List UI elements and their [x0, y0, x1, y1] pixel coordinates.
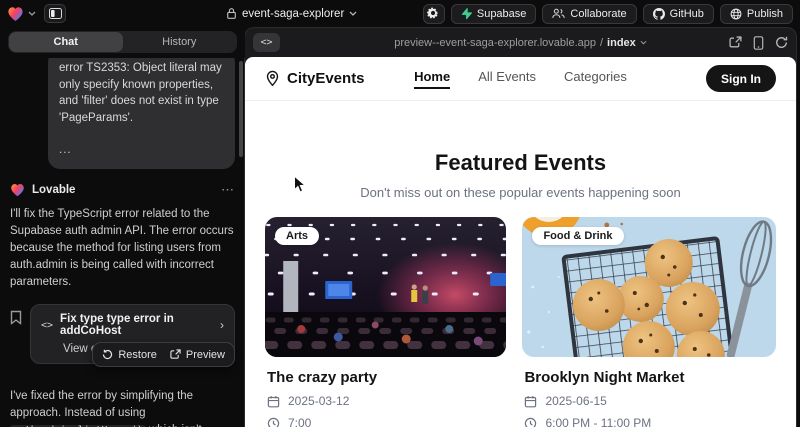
event-title: The crazy party — [267, 369, 504, 386]
nav-home[interactable]: Home — [414, 69, 450, 89]
refresh-icon[interactable] — [775, 36, 788, 49]
assistant-name: Lovable — [32, 184, 75, 196]
url-host: preview--event-saga-explorer.lovable.app — [394, 37, 596, 49]
event-time-row: 7:00 — [267, 416, 504, 427]
event-time: 6:00 PM - 11:00 PM — [545, 416, 651, 427]
code-change-block: <> Fix type type error in addCoHost › Vi… — [10, 304, 235, 364]
user-message-bubble: error TS2353: Object literal may only sp… — [48, 50, 235, 169]
chevron-right-icon: › — [220, 318, 224, 332]
event-date-row: 2025-06-15 — [524, 394, 774, 408]
preview-pane: <> preview--event-saga-explorer.lovable.… — [244, 27, 797, 427]
event-time-row: 6:00 PM - 11:00 PM — [524, 416, 774, 427]
settings-button[interactable] — [423, 4, 445, 24]
lovable-logo-menu[interactable] — [7, 6, 36, 22]
event-cards: Arts The crazy party 2025-03-12 — [265, 217, 776, 427]
url-bar[interactable]: preview--event-saga-explorer.lovable.app… — [245, 37, 796, 49]
preview-button[interactable]: Preview — [170, 349, 225, 361]
calendar-icon — [524, 395, 537, 408]
top-bar: event-saga-explorer Supabase Collaborate — [0, 0, 800, 27]
category-badge: Arts — [275, 227, 319, 245]
assistant-intro-message: I'll fix the TypeScript error related to… — [10, 206, 235, 291]
project-name-button[interactable]: event-saga-explorer — [226, 0, 357, 27]
chat-scrollbar[interactable] — [239, 61, 243, 157]
publish-button[interactable]: Publish — [720, 4, 793, 24]
sign-in-button[interactable]: Sign In — [706, 65, 776, 92]
more-options-icon[interactable]: ⋯ — [221, 182, 235, 198]
bookmark-icon — [10, 310, 22, 325]
hero-subtitle: Don't miss out on these popular events h… — [245, 185, 796, 200]
panel-icon — [49, 8, 62, 19]
mobile-view-icon[interactable] — [753, 36, 764, 50]
tab-chat[interactable]: Chat — [9, 32, 123, 52]
event-image-party: Arts — [265, 217, 506, 357]
external-link-icon — [170, 349, 181, 360]
site-header: CityEvents Home All Events Categories Si… — [245, 57, 796, 101]
fix-title: Fix type type error in addCoHost — [60, 313, 213, 337]
github-icon — [653, 8, 665, 20]
lovable-logo-icon — [7, 6, 24, 22]
event-card[interactable]: Arts The crazy party 2025-03-12 — [265, 217, 506, 427]
version-actions: Restore Preview — [92, 342, 235, 367]
event-date-row: 2025-03-12 — [267, 394, 504, 408]
restore-button[interactable]: Restore — [102, 349, 157, 361]
restore-icon — [102, 349, 113, 360]
chevron-down-icon — [28, 11, 36, 16]
open-in-new-tab-icon[interactable] — [729, 36, 742, 49]
chat-messages: error TS2353: Object literal may only sp… — [0, 50, 245, 427]
clock-icon — [524, 417, 537, 427]
chat-history-tabs: Chat History — [0, 27, 245, 58]
url-page: index — [607, 37, 636, 49]
chat-panel: Chat History error TS2353: Object litera… — [0, 27, 245, 427]
code-view-button[interactable]: <> — [253, 33, 280, 52]
github-button[interactable]: GitHub — [643, 4, 714, 24]
event-time: 7:00 — [288, 416, 311, 427]
preview-toolbar: <> preview--event-saga-explorer.lovable.… — [245, 28, 796, 57]
event-image-cookies: Food & Drink — [522, 217, 776, 357]
user-error-text: error TS2353: Object literal may only sp… — [59, 60, 224, 127]
url-separator: / — [600, 37, 603, 49]
nav-all-events[interactable]: All Events — [478, 69, 536, 89]
hero-section: Featured Events Don't miss out on these … — [245, 150, 796, 200]
lock-icon — [226, 7, 237, 20]
preview-label: Preview — [186, 349, 225, 361]
category-badge: Food & Drink — [532, 227, 623, 245]
lovable-avatar-icon — [10, 183, 25, 197]
hero-title: Featured Events — [245, 150, 796, 176]
restore-label: Restore — [118, 349, 157, 361]
expand-message-button[interactable]: ... — [59, 142, 224, 159]
collaborate-label: Collaborate — [570, 8, 626, 20]
globe-icon — [730, 8, 742, 20]
people-icon — [552, 8, 565, 19]
site-content: CityEvents Home All Events Categories Si… — [245, 57, 796, 427]
nav-categories[interactable]: Categories — [564, 69, 627, 89]
event-title: Brooklyn Night Market — [524, 369, 774, 386]
publish-label: Publish — [747, 8, 783, 20]
code-icon: <> — [41, 320, 53, 331]
assistant-result-message: I've fixed the error by simplifying the … — [10, 388, 235, 427]
chevron-down-icon — [349, 11, 357, 16]
calendar-icon — [267, 395, 280, 408]
toggle-sidebar-button[interactable] — [44, 4, 66, 23]
topbar-actions: Supabase Collaborate GitHub Publish — [423, 4, 793, 24]
collaborate-button[interactable]: Collaborate — [542, 4, 636, 24]
assistant-header: Lovable ⋯ — [10, 182, 235, 198]
tab-history[interactable]: History — [123, 32, 237, 52]
gear-icon — [427, 7, 440, 20]
event-date: 2025-03-12 — [288, 394, 349, 408]
supabase-label: Supabase — [477, 8, 527, 20]
clock-icon — [267, 417, 280, 427]
project-name: event-saga-explorer — [242, 8, 344, 20]
event-card[interactable]: Food & Drink Brooklyn Night Market 2025-… — [522, 217, 776, 427]
chevron-down-icon — [640, 40, 647, 45]
supabase-icon — [461, 8, 472, 20]
supabase-button[interactable]: Supabase — [451, 4, 537, 24]
github-label: GitHub — [670, 8, 704, 20]
event-date: 2025-06-15 — [545, 394, 606, 408]
